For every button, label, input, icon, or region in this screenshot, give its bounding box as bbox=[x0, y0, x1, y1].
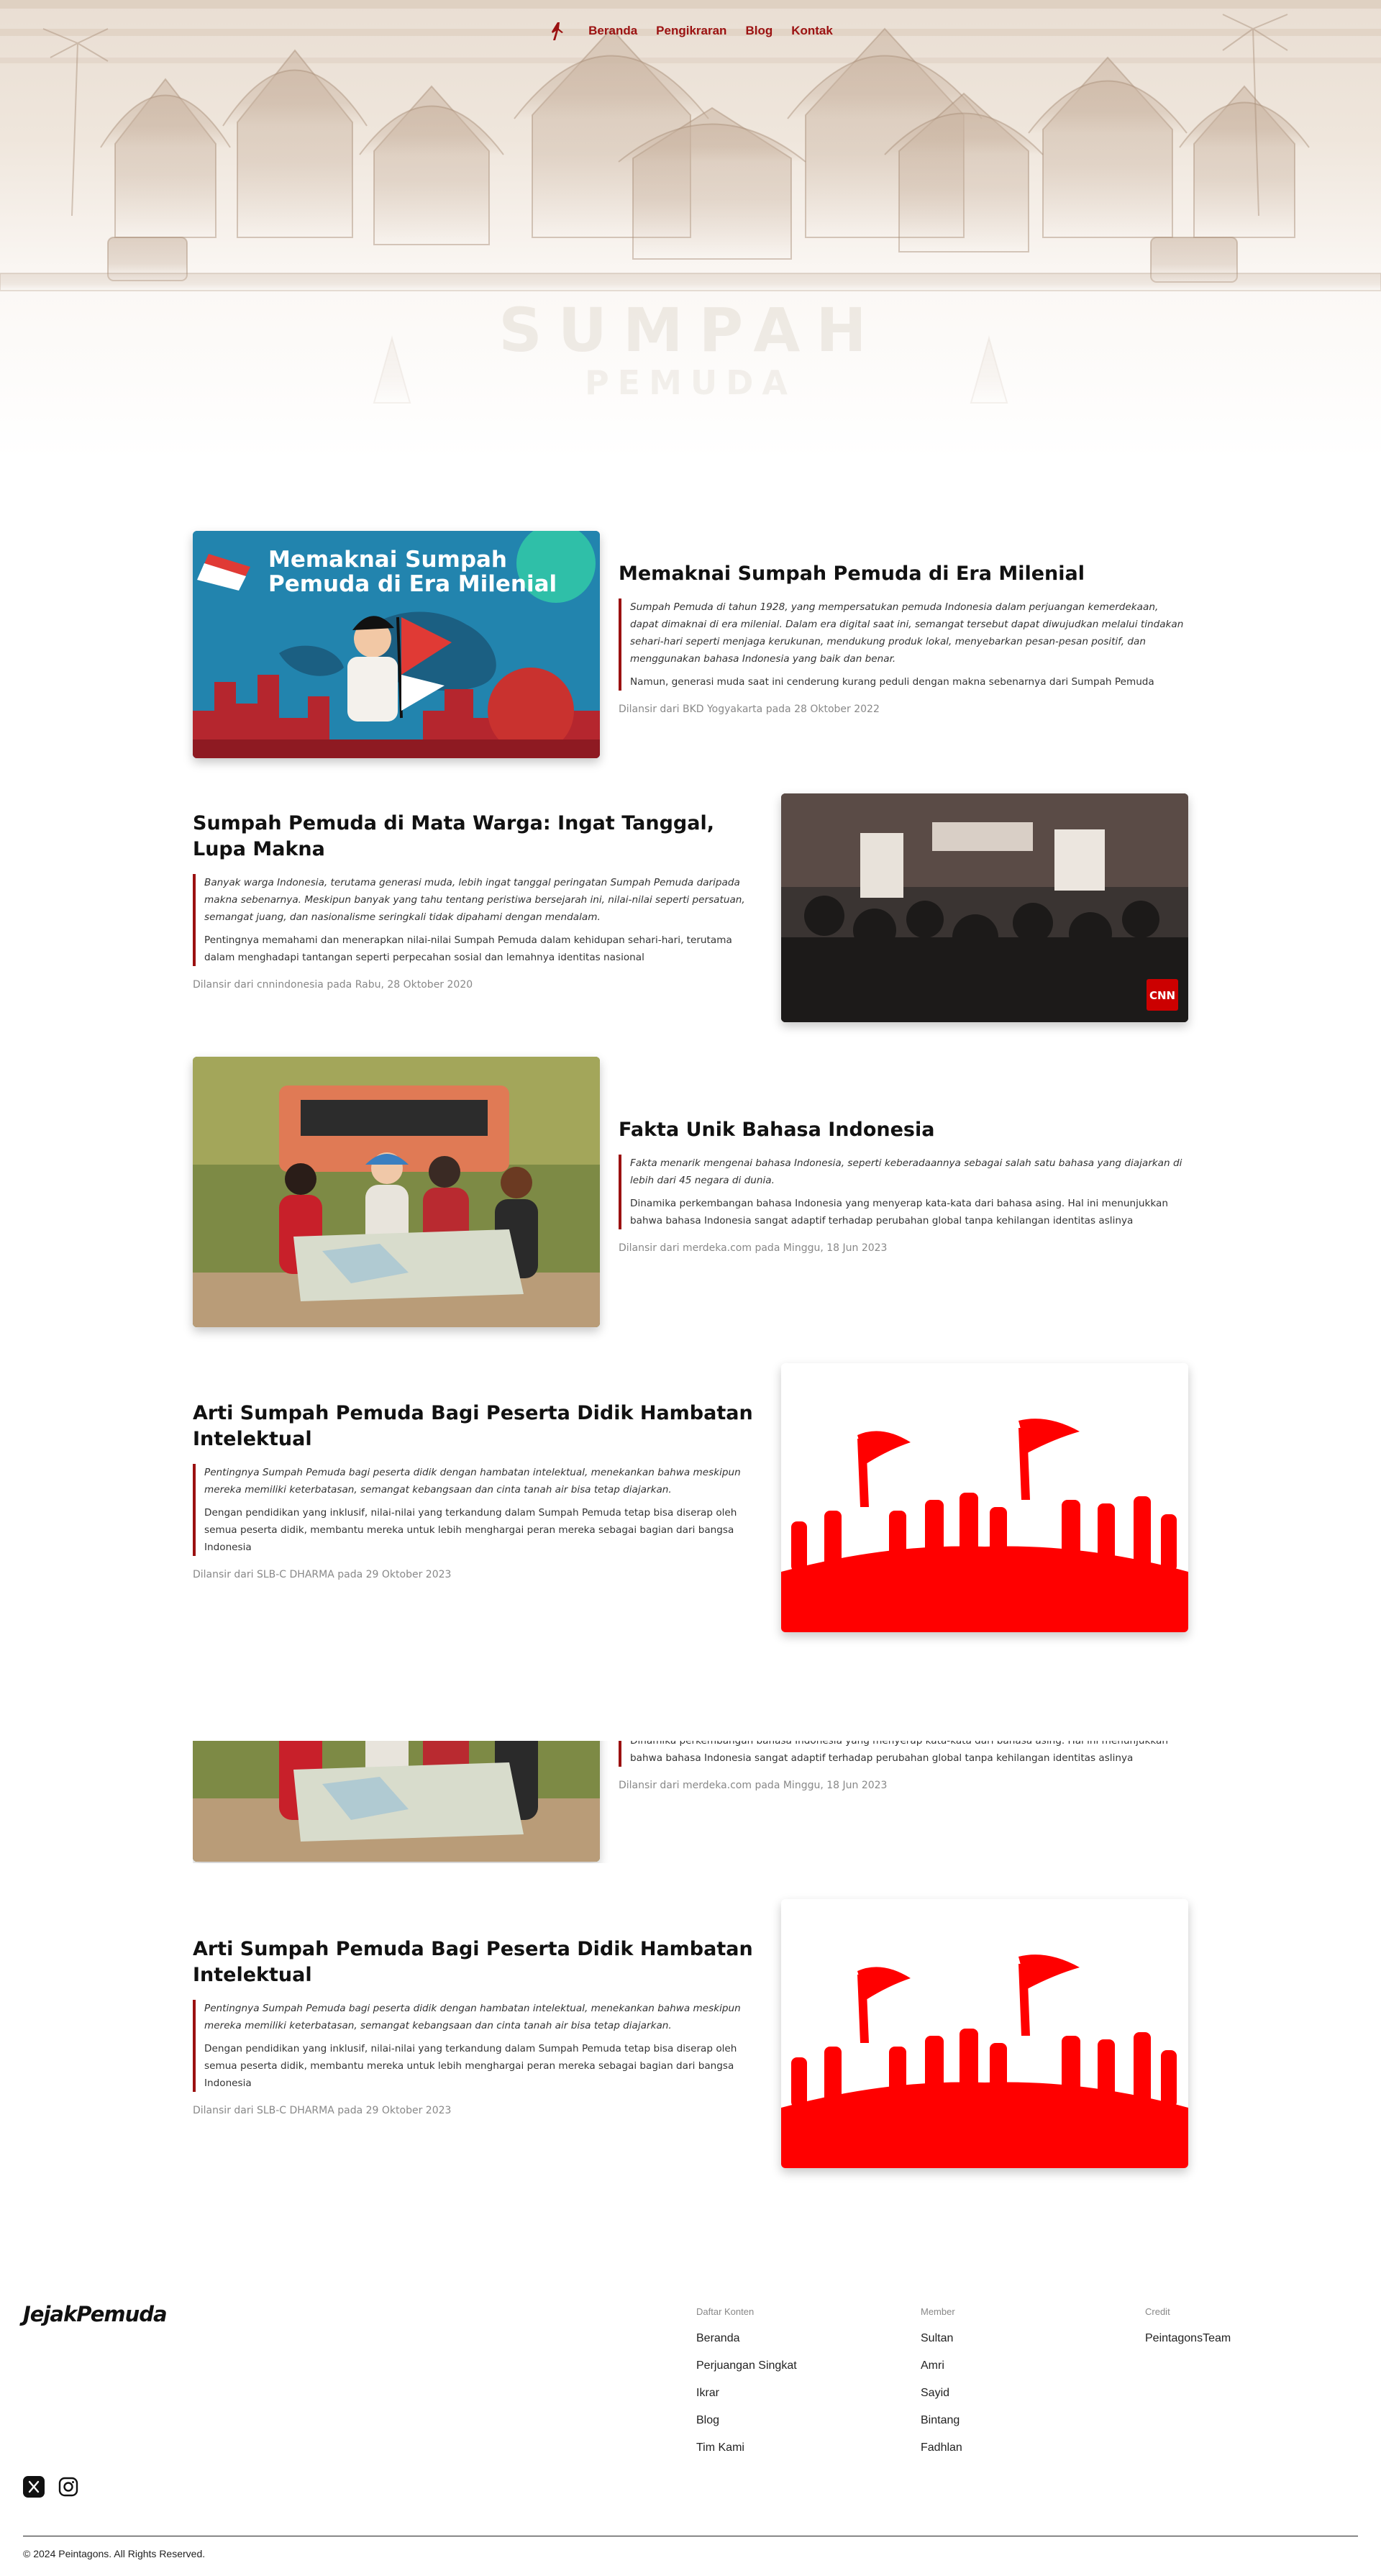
footer-link-tim[interactable]: Tim Kami bbox=[696, 2442, 797, 2470]
article-image-hands[interactable] bbox=[781, 1363, 1188, 1632]
article-title[interactable]: Memaknai Sumpah Pemuda di Era Milenial bbox=[619, 561, 1187, 587]
cnn-logo-text: CNN bbox=[1149, 989, 1175, 1002]
article-body: Pentingnya memahami dan menerapkan nilai… bbox=[204, 934, 732, 963]
article-quote: Dinamika perkembangan bahasa Indonesia y… bbox=[619, 1741, 1187, 1767]
article-title[interactable]: Fakta Unik Bahasa Indonesia bbox=[619, 1117, 1187, 1143]
article-source: Dilansir dari SLB-C DHARMA pada 29 Oktob… bbox=[193, 1569, 452, 1580]
footer-member-bintang: Bintang bbox=[921, 2414, 960, 2426]
footer-column-heading: Credit bbox=[1145, 2306, 1170, 2317]
footer-link-perjuangan[interactable]: Perjuangan Singkat bbox=[696, 2360, 797, 2388]
article-quote: Fakta menarik mengenai bahasa Indonesia,… bbox=[619, 1155, 1187, 1229]
nav-kontak[interactable]: Kontak bbox=[791, 24, 833, 38]
article-image-caption-line2: Pemuda di Era Milenial bbox=[268, 571, 557, 597]
article-title[interactable]: Arti Sumpah Pemuda Bagi Peserta Didik Ha… bbox=[193, 1936, 761, 1988]
footer-link-beranda[interactable]: Beranda bbox=[696, 2333, 797, 2360]
article-quote: Banyak warga Indonesia, terutama generas… bbox=[193, 874, 761, 966]
article-card: Fakta Unik Bahasa Indonesia Fakta menari… bbox=[193, 1057, 1188, 1330]
footer-logo[interactable]: JejakPemuda bbox=[23, 2302, 168, 2326]
footer-member-sayid: Sayid bbox=[921, 2387, 950, 2399]
article-body: Dinamika perkembangan bahasa Indonesia y… bbox=[630, 1198, 1168, 1226]
footer-column-heading: Member bbox=[921, 2306, 955, 2317]
article-text: Arti Sumpah Pemuda Bagi Peserta Didik Ha… bbox=[193, 1936, 761, 2116]
nav-pengikraran[interactable]: Pengikraran bbox=[656, 24, 726, 38]
copyright-text: © 2024 Peintagons. All Rights Reserved. bbox=[23, 2548, 206, 2559]
article-lead: Pentingnya Sumpah Pemuda bagi peserta di… bbox=[204, 2003, 741, 2031]
article-lead: Sumpah Pemuda di tahun 1928, yang memper… bbox=[630, 601, 1184, 665]
article-body: Namun, generasi muda saat ini cenderung … bbox=[630, 676, 1154, 688]
article-image-caption-line1: Memaknai Sumpah bbox=[268, 547, 507, 573]
article-image-hands[interactable] bbox=[781, 1899, 1188, 2168]
article-body: Dengan pendidikan yang inklusif, nilai-n… bbox=[204, 1507, 737, 1553]
article-body: Dengan pendidikan yang inklusif, nilai-n… bbox=[204, 2043, 737, 2089]
article-text: Fakta Unik Bahasa Indonesia Fakta menari… bbox=[619, 1117, 1187, 1254]
footer-link-blog[interactable]: Blog bbox=[696, 2415, 797, 2442]
article-lead: Banyak warga Indonesia, terutama generas… bbox=[204, 877, 745, 923]
footer-column-member: Member Sultan Amri Sayid Bintang Fadhlan bbox=[921, 2306, 962, 2470]
footer-column-credit: Credit PeintagonsTeam bbox=[1145, 2306, 1231, 2360]
nav-blog[interactable]: Blog bbox=[745, 24, 772, 38]
logo-icon[interactable] bbox=[548, 20, 568, 42]
article-card: Arti Sumpah Pemuda Bagi Peserta Didik Ha… bbox=[193, 1899, 1188, 2172]
footer-member-fadhlan: Fadhlan bbox=[921, 2441, 962, 2454]
article-source: Dilansir dari cnnindonesia pada Rabu, 28… bbox=[193, 979, 473, 991]
article-lead: Pentingnya Sumpah Pemuda bagi peserta di… bbox=[204, 1467, 741, 1496]
article-title[interactable]: Sumpah Pemuda di Mata Warga: Ingat Tangg… bbox=[193, 811, 761, 863]
article-source: Dilansir dari merdeka.com pada Minggu, 1… bbox=[619, 1242, 888, 1254]
footer-member-amri: Amri bbox=[921, 2359, 944, 2372]
article-quote: Pentingnya Sumpah Pemuda bagi peserta di… bbox=[193, 1464, 761, 1556]
hero-title: SUMPAH bbox=[498, 295, 883, 365]
article-card-partial: Dinamika perkembangan bahasa Indonesia y… bbox=[193, 1741, 1188, 1863]
footer-column-konten: Daftar Konten Beranda Perjuangan Singkat… bbox=[696, 2306, 797, 2470]
hero-subtitle: PEMUDA bbox=[584, 363, 797, 402]
article-body: Dinamika perkembangan bahasa Indonesia y… bbox=[630, 1741, 1168, 1764]
main-nav: Beranda Pengikraran Blog Kontak bbox=[0, 20, 1381, 42]
article-text: Memaknai Sumpah Pemuda di Era Milenial S… bbox=[619, 561, 1187, 715]
footer-credit-team: PeintagonsTeam bbox=[1145, 2332, 1231, 2344]
article-title[interactable]: Arti Sumpah Pemuda Bagi Peserta Didik Ha… bbox=[193, 1401, 761, 1452]
article-text: Dinamika perkembangan bahasa Indonesia y… bbox=[619, 1741, 1187, 1791]
article-card: Memaknai Sumpah Pemuda di Era Milenial M… bbox=[193, 531, 1188, 761]
social-links bbox=[23, 2476, 79, 2498]
hero-section: Beranda Pengikraran Blog Kontak SUMPAH P… bbox=[0, 0, 1381, 460]
footer-column-heading: Daftar Konten bbox=[696, 2306, 755, 2317]
x-icon[interactable] bbox=[23, 2476, 45, 2498]
article-text: Sumpah Pemuda di Mata Warga: Ingat Tangg… bbox=[193, 811, 761, 991]
article-source: Dilansir dari BKD Yogyakarta pada 28 Okt… bbox=[619, 704, 880, 715]
article-source: Dilansir dari SLB-C DHARMA pada 29 Oktob… bbox=[193, 2105, 452, 2116]
article-image-warga[interactable]: CNN bbox=[781, 793, 1188, 1022]
article-source: Dilansir dari merdeka.com pada Minggu, 1… bbox=[619, 1780, 888, 1791]
article-quote: Pentingnya Sumpah Pemuda bagi peserta di… bbox=[193, 2000, 761, 2092]
footer-member-sultan: Sultan bbox=[921, 2332, 954, 2344]
article-card: Sumpah Pemuda di Mata Warga: Ingat Tangg… bbox=[193, 793, 1188, 1024]
instagram-icon[interactable] bbox=[58, 2476, 79, 2498]
article-card: Arti Sumpah Pemuda Bagi Peserta Didik Ha… bbox=[193, 1363, 1188, 1637]
article-image-bahasa[interactable] bbox=[193, 1057, 600, 1327]
article-image-milenial[interactable]: Memaknai Sumpah Pemuda di Era Milenial bbox=[193, 531, 600, 758]
article-image-bahasa-partial[interactable] bbox=[193, 1741, 600, 1862]
article-lead: Fakta menarik mengenai bahasa Indonesia,… bbox=[630, 1157, 1182, 1186]
article-quote: Sumpah Pemuda di tahun 1928, yang memper… bbox=[619, 599, 1187, 691]
footer-link-ikrar[interactable]: Ikrar bbox=[696, 2388, 797, 2415]
nav-beranda[interactable]: Beranda bbox=[588, 24, 637, 38]
article-text: Arti Sumpah Pemuda Bagi Peserta Didik Ha… bbox=[193, 1401, 761, 1580]
